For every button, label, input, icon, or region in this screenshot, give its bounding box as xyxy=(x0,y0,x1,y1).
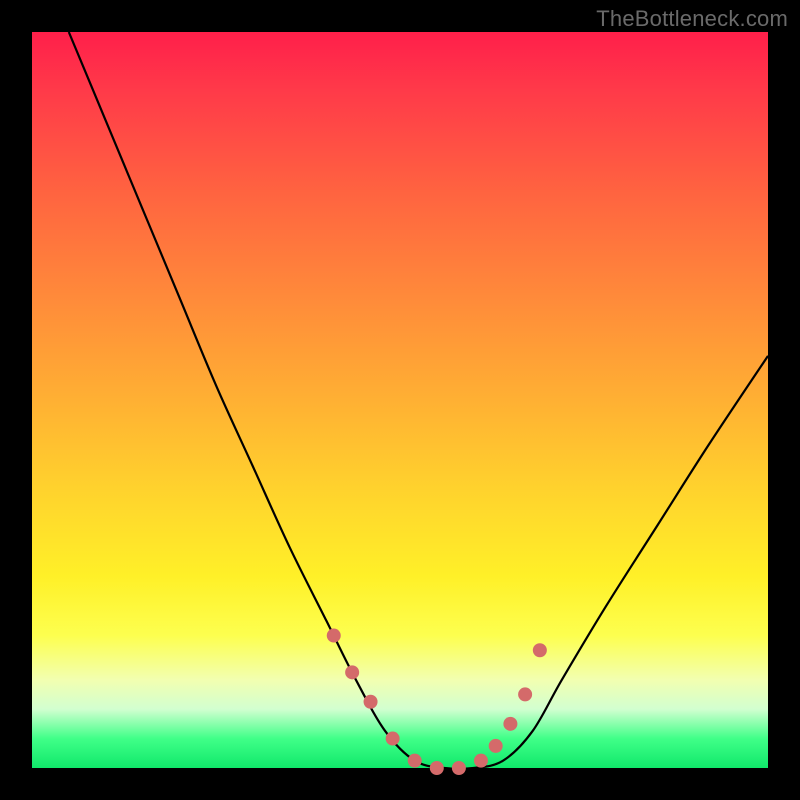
highlight-point xyxy=(364,695,378,709)
plot-area xyxy=(32,32,768,768)
highlight-point xyxy=(474,754,488,768)
highlight-point xyxy=(408,754,422,768)
highlight-point xyxy=(345,665,359,679)
highlight-point xyxy=(489,739,503,753)
highlight-point xyxy=(452,761,466,775)
highlight-point xyxy=(533,643,547,657)
chart-frame: TheBottleneck.com xyxy=(0,0,800,800)
highlight-point xyxy=(503,717,517,731)
highlight-point xyxy=(430,761,444,775)
curve-layer xyxy=(32,32,768,768)
highlight-point xyxy=(327,629,341,643)
highlight-point xyxy=(518,687,532,701)
watermark-text: TheBottleneck.com xyxy=(596,6,788,32)
highlight-point xyxy=(386,732,400,746)
bottleneck-curve xyxy=(69,32,768,769)
